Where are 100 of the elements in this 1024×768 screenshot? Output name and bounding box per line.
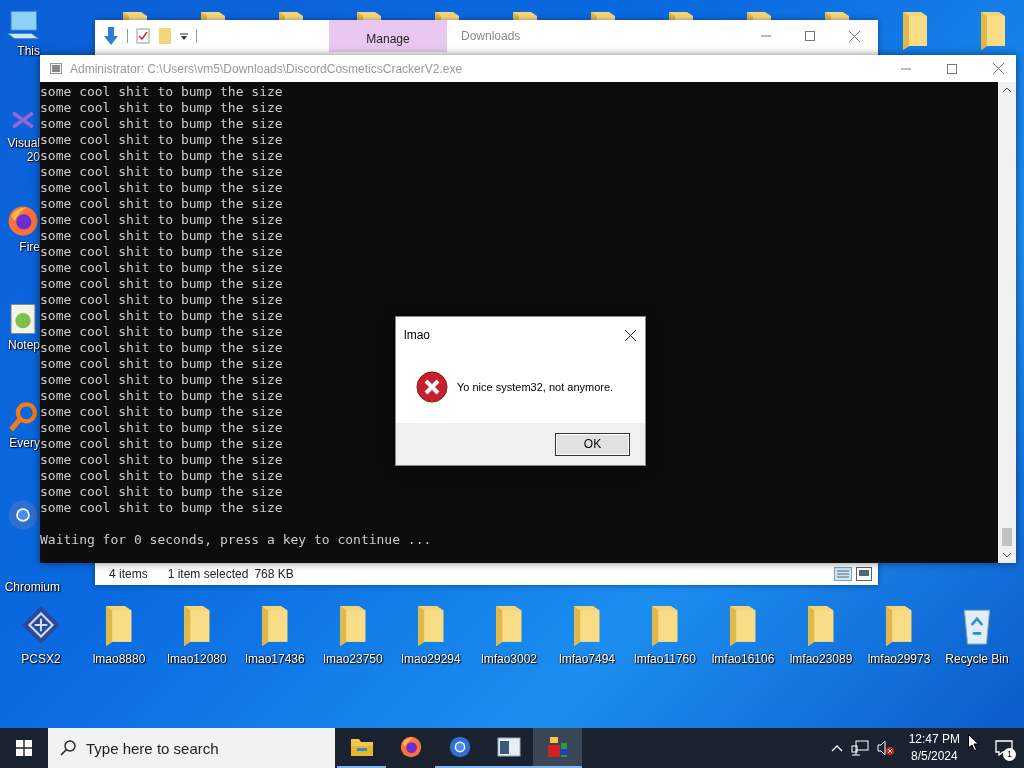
computer-icon [6,8,40,42]
console-line: some cool shit to bump the size [40,324,283,340]
console-line: some cool shit to bump the size [40,292,283,308]
window-title: Administrator: C:\Users\vm5\Downloads\DiscordCosmeticsCrackerV2.exe [70,61,463,76]
console-line: some cool shit to bump the size [40,436,283,452]
folder-icon [494,604,524,646]
maximize-icon[interactable] [947,63,957,74]
scroll-thumb[interactable] [1002,528,1012,546]
folder-icon [349,736,374,758]
chromium-icon [447,735,472,759]
network-icon[interactable] [850,740,869,756]
console-line: some cool shit to bump the size [40,388,283,404]
console-line: some cool shit to bump the size [40,132,283,148]
icon-label[interactable]: lmao23750 [323,652,383,666]
icon-label[interactable]: This [17,44,40,58]
console-line: some cool shit to bump the size [40,452,283,468]
console-line: some cool shit to bump the size [40,228,283,244]
console-line: some cool shit to bump the size [40,180,283,196]
console-line: some cool shit to bump the size [40,404,283,420]
firefox-icon [398,735,423,759]
time-text: 12:47 PM [908,731,960,748]
console-line: some cool shit to bump the size [40,356,283,372]
scroll-up-icon[interactable] [1003,87,1011,93]
icon-label[interactable]: lmfao3002 [480,652,537,666]
icon-label[interactable]: Fire [19,240,40,254]
icon-label[interactable]: lmfao23089 [789,652,853,666]
status-text: 4 items [109,567,148,581]
console-icon [50,63,62,74]
console-line: some cool shit to bump the size [40,468,283,484]
icon-label[interactable]: Recycle Bin [945,652,1009,666]
console-line: some cool shit to bump the size [40,244,283,260]
date-text: 8/5/2024 [910,748,958,765]
icon-label[interactable]: lmfao7494 [558,652,615,666]
icon-label[interactable]: Every [9,436,40,450]
search-field[interactable]: Type here to search [48,728,335,768]
maximize-icon[interactable] [805,31,815,41]
search-icon [60,740,76,756]
muted-speaker-icon[interactable] [876,740,895,756]
icon-label[interactable]: lmao17436 [245,652,305,666]
windows-start-icon[interactable] [16,740,32,756]
folder-icon [901,10,929,50]
icon-label[interactable]: lmao12080 [167,652,227,666]
checklist-icon[interactable] [136,28,150,44]
error-icon [416,371,448,403]
folder-icon [260,604,290,646]
thumbnail-view-icon[interactable] [856,567,872,581]
icon-label[interactable]: lmfao11760 [634,652,696,666]
console-line: some cool shit to bump the size [40,196,283,212]
icon-label[interactable]: lmfao29973 [867,652,931,666]
icon-label[interactable]: PCSX2 [21,652,61,666]
notification-button[interactable]: 1 [984,728,1024,768]
console-line: some cool shit to bump the size [40,84,283,100]
console-line: some cool shit to bump the size [40,308,283,324]
console-line: some cool shit to bump the size [40,148,283,164]
dropdown-icon[interactable] [180,31,188,41]
close-icon[interactable] [625,329,636,341]
folder-icon [884,604,914,646]
chevron-up-icon[interactable] [830,744,843,752]
icon-label[interactable]: Chromium [4,580,60,594]
folder-icon [416,604,446,646]
icon-label[interactable]: Notep [7,338,40,352]
console-line: some cool shit to bump the size [40,420,283,436]
status-text: 1 item selected [167,567,249,581]
console-line: some cool shit to bump the size [40,100,283,116]
folder-icon [104,604,134,646]
folder-icon [979,10,1007,50]
ok-button[interactable]: OK [555,432,630,456]
console-line: some cool shit to bump the size [40,164,283,180]
console-line: some cool shit to bump the size [40,500,283,516]
console-line: Waiting for 0 seconds, press a key to continue ... [40,532,432,548]
folder-icon [338,604,368,646]
console-line: some cool shit to bump the size [40,340,283,356]
icon-label[interactable]: lmfao16106 [711,652,775,666]
download-arrow-icon[interactable] [103,26,119,46]
pcsx2-icon [20,604,62,646]
scrollbar[interactable] [998,82,1016,563]
folder-icon [572,604,602,646]
console-line: some cool shit to bump the size [40,276,283,292]
icon-label[interactable]: Visual 20 [7,136,40,164]
window-title: Downloads [461,29,521,43]
taskbar-button[interactable] [533,728,582,768]
window-icon [496,737,521,757]
firefox-icon [6,204,40,238]
icon-label[interactable]: lmao8880 [92,652,146,666]
folder-icon [728,604,758,646]
icon-label[interactable]: lmao29294 [401,652,461,666]
mouse-cursor-icon [968,734,979,751]
folder-icon [182,604,212,646]
console-line: some cool shit to bump the size [40,212,283,228]
dialog-title: lmao [404,328,430,342]
scroll-down-icon[interactable] [1003,552,1011,558]
console-line: some cool shit to bump the size [40,116,283,132]
ribbon-tab[interactable]: Manage [329,20,447,52]
clock[interactable]: 12:47 PM 8/5/2024 [908,731,960,765]
folder-icon [806,604,836,646]
chromium-icon [6,498,40,532]
console-line: some cool shit to bump the size [40,260,283,276]
notification-icon [995,740,1013,756]
blocks-icon [545,735,570,759]
console-line: some cool shit to bump the size [40,484,283,500]
